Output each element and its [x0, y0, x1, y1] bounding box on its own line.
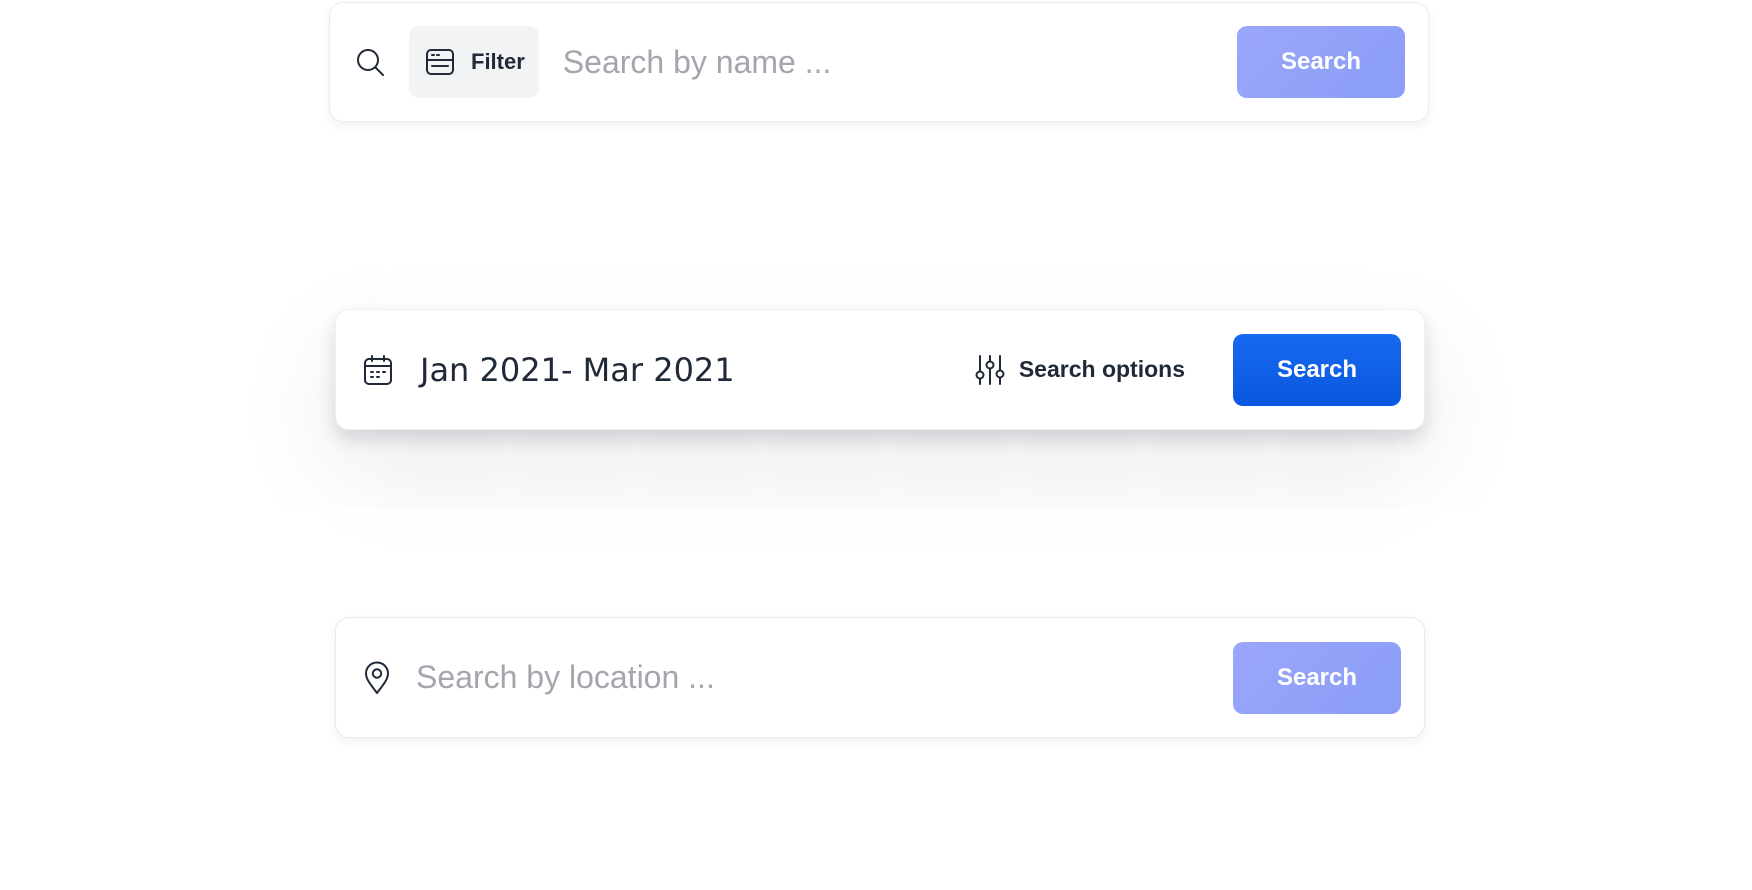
date-search-bar: Jan 2021- Mar 2021 Search options Search	[335, 309, 1425, 430]
page: Filter Search Jan 2021- Mar 2021	[0, 0, 1752, 890]
date-search-button[interactable]: Search	[1233, 333, 1401, 406]
search-options-label: Search options	[1018, 356, 1185, 382]
filter-button[interactable]: Filter	[409, 26, 539, 98]
sliders-icon	[975, 354, 1005, 386]
window-filter-icon	[425, 47, 455, 77]
calendar-icon	[363, 354, 393, 386]
location-search-input[interactable]	[416, 659, 1233, 696]
map-pin-icon	[364, 661, 390, 695]
name-search-input[interactable]	[562, 43, 1237, 81]
location-search-bar: Search	[335, 617, 1425, 738]
name-search-button[interactable]: Search	[1237, 26, 1405, 98]
location-search-button[interactable]: Search	[1233, 641, 1401, 714]
filter-label: Filter	[471, 49, 525, 74]
name-search-bar: Filter Search	[329, 2, 1429, 122]
date-range-value[interactable]: Jan 2021- Mar 2021	[420, 351, 735, 389]
search-icon	[354, 46, 386, 78]
search-options-button[interactable]: Search options	[975, 354, 1185, 386]
